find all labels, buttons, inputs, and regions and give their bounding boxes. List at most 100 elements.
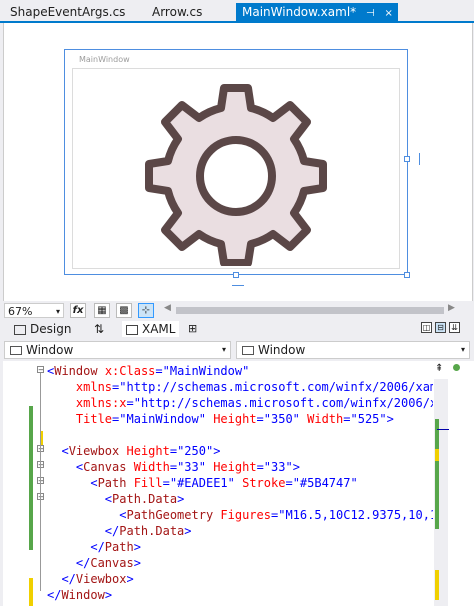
code-line[interactable]: </Window>: [47, 587, 112, 603]
code-token: "#5B4747": [292, 476, 358, 490]
element-type-value: Window: [26, 343, 74, 357]
code-line[interactable]: <Path Fill="#EADEE1" Stroke="#5B4747": [47, 475, 358, 491]
change-marker-unsaved: [29, 578, 33, 606]
code-token: Height: [205, 460, 257, 474]
code-token: =: [169, 460, 178, 474]
code-token: "MainWindow": [119, 412, 206, 426]
expand-pane-button[interactable]: ⇊: [449, 322, 460, 333]
horizontal-scrollbar-thumb[interactable]: [176, 307, 444, 314]
overview-mark-unsaved: [435, 570, 439, 600]
code-line[interactable]: </Path>: [47, 539, 141, 555]
zoom-combo[interactable]: 67% ▾: [4, 303, 64, 318]
code-token: Height: [205, 412, 257, 426]
code-token: "http://schemas.microsoft.com/winfx/2006…: [133, 396, 433, 410]
scroll-left-arrow-icon[interactable]: ◀: [164, 303, 171, 313]
element-member-value: Window: [258, 343, 306, 357]
vertical-split-button[interactable]: ◫: [421, 322, 432, 333]
resize-handle-corner[interactable]: [404, 272, 410, 278]
splitter-icon[interactable]: ⇞: [435, 363, 443, 374]
xaml-code-editor[interactable]: − − − − − <Window x:Class="MainWindow" x…: [3, 361, 433, 606]
code-token: Window: [54, 364, 98, 378]
code-line[interactable]: </Canvas>: [47, 555, 141, 571]
code-token: Path: [97, 476, 127, 490]
fold-guide: [40, 373, 41, 591]
code-token: Path.Data: [112, 492, 178, 506]
code-token: =: [126, 396, 134, 410]
tab-main-window-xaml[interactable]: MainWindow.xaml* ⊣ ×: [236, 3, 398, 22]
code-token: >: [133, 556, 141, 570]
close-icon[interactable]: ×: [385, 8, 393, 19]
pin-icon[interactable]: ⊣: [366, 8, 375, 19]
code-line[interactable]: <Path.Data>: [47, 491, 185, 507]
code-token: "MainWindow": [162, 364, 250, 378]
design-view-icon: [14, 324, 26, 335]
code-token: >: [133, 540, 141, 554]
snap-snaplines-button[interactable]: ⊹: [138, 303, 154, 318]
code-token: Width: [299, 412, 344, 426]
resize-handle-bottom[interactable]: [233, 272, 239, 278]
horizontal-split-icon: ⊟: [437, 323, 444, 332]
collapse-window-icon[interactable]: −: [37, 366, 44, 374]
code-token: "M16.5,10C12.9375,10,10,1: [278, 508, 433, 522]
code-token: Viewbox: [68, 444, 120, 458]
code-line[interactable]: Title="MainWindow" Height="350" Width="5…: [47, 411, 394, 427]
grid-icon: ▦: [97, 305, 107, 316]
scroll-right-arrow-icon[interactable]: ▶: [448, 303, 455, 313]
code-token: >: [386, 412, 394, 426]
code-token: </: [47, 540, 105, 554]
code-line[interactable]: [47, 427, 54, 443]
code-token: Height: [119, 444, 170, 458]
tab-label: Arrow.cs: [152, 5, 203, 19]
code-line[interactable]: xmlns="http://schemas.microsoft.com/winf…: [47, 379, 433, 395]
overview-mark-saved: [435, 419, 439, 449]
collapse-pane-button[interactable]: ⊞: [188, 321, 197, 337]
horizontal-split-button[interactable]: ⊟: [435, 322, 446, 333]
ruler-tick-right: [419, 153, 420, 165]
snap-gridlines-button[interactable]: ▩: [116, 303, 132, 318]
code-token: Width: [126, 460, 170, 474]
status-ok-icon: [453, 364, 460, 371]
collapse-pane-icon: ⊞: [188, 322, 198, 335]
grid-toggle-button[interactable]: ▦: [94, 303, 110, 318]
code-line[interactable]: </Viewbox>: [47, 571, 133, 587]
tab-label: MainWindow.xaml*: [242, 5, 357, 19]
code-line[interactable]: xmlns:x="http://schemas.microsoft.com/wi…: [47, 395, 433, 411]
chevron-down-icon: ▾: [221, 345, 226, 354]
element-member-combo[interactable]: Window ▾: [236, 341, 470, 359]
tab-xaml-label: XAML: [142, 322, 176, 336]
tab-arrow[interactable]: Arrow.cs: [146, 3, 208, 22]
code-token: Title: [47, 412, 113, 426]
code-token: =: [343, 412, 351, 426]
code-token: <: [47, 460, 84, 474]
xaml-view-icon: [126, 324, 138, 335]
code-token: <: [47, 476, 98, 490]
code-token: </: [47, 524, 120, 538]
swap-panes-button[interactable]: ⇅: [94, 321, 104, 337]
change-marker-saved: [29, 406, 33, 550]
tab-shape-event-args[interactable]: ShapeEventArgs.cs: [4, 3, 131, 22]
code-line[interactable]: <PathGeometry Figures="M16.5,10C12.9375,…: [47, 507, 433, 523]
swap-icon: ⇅: [94, 322, 105, 336]
code-line[interactable]: <Viewbox Height="250">: [47, 443, 220, 459]
code-token: >: [177, 492, 185, 506]
code-line[interactable]: </Path.Data>: [47, 523, 192, 539]
element-type-combo[interactable]: Window ▾: [4, 341, 231, 359]
code-token: "350": [263, 412, 300, 426]
code-token: <: [47, 508, 127, 522]
code-token: "525": [350, 412, 387, 426]
code-token: </: [47, 588, 62, 602]
resize-handle-right[interactable]: [404, 156, 410, 162]
tab-xaml[interactable]: XAML: [122, 321, 180, 337]
chevron-down-icon: ▾: [460, 345, 465, 354]
effects-toggle-button[interactable]: fx: [70, 303, 86, 318]
code-token: </: [47, 572, 76, 586]
code-line[interactable]: <Window x:Class="MainWindow": [47, 363, 249, 379]
tab-design-label: Design: [30, 322, 72, 336]
design-surface[interactable]: MainWindow: [3, 23, 473, 301]
code-token: >: [292, 460, 300, 474]
code-line[interactable]: <Canvas Width="33" Height="33">: [47, 459, 300, 475]
code-token: =: [285, 476, 293, 490]
overview-mark-unsaved: [435, 449, 439, 461]
tab-design[interactable]: Design: [14, 321, 71, 337]
code-token: =: [155, 364, 163, 378]
